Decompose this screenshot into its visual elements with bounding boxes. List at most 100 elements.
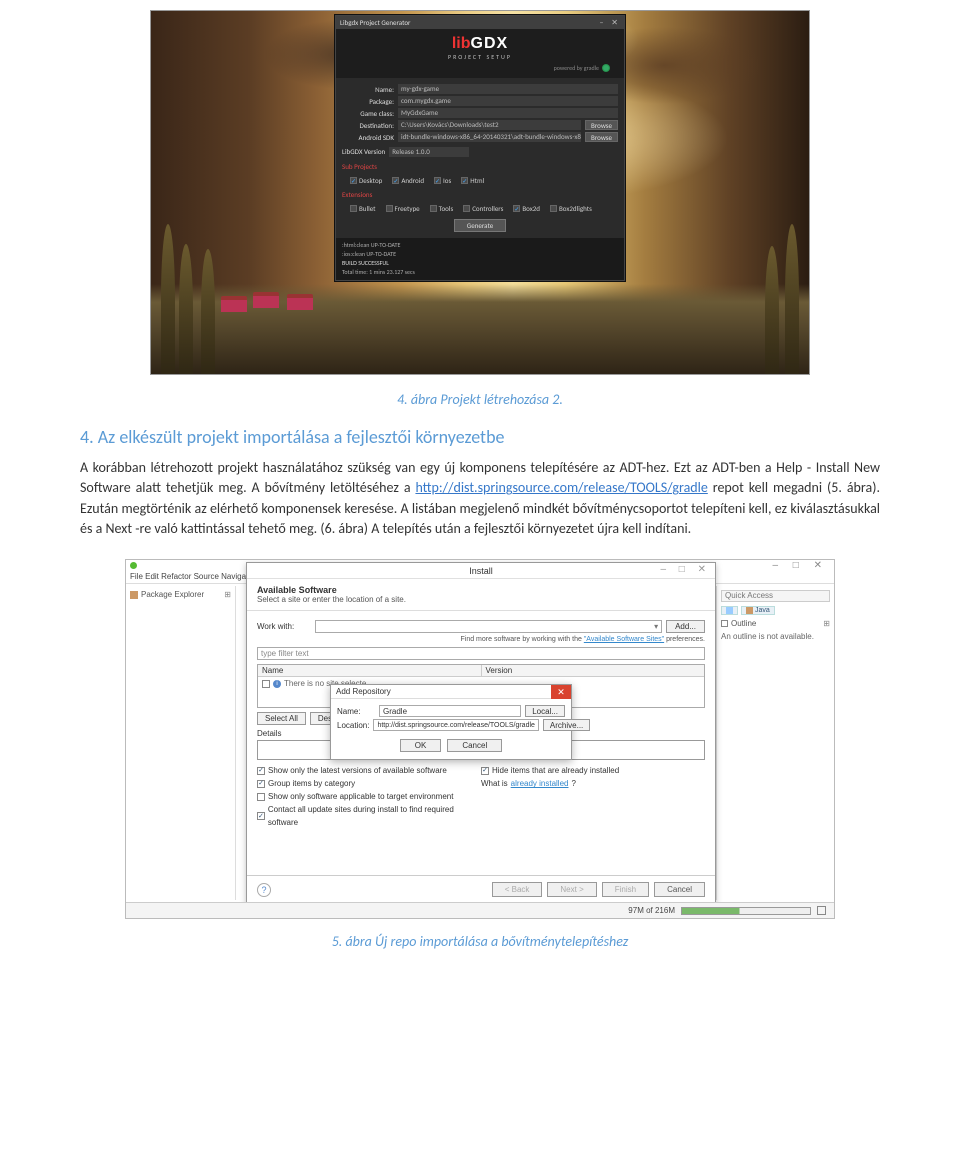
browse-sdk-button[interactable]: Browse [585, 132, 618, 142]
android-sdk-input[interactable]: idt-bundle-windows-x86_64-20140321\adt-b… [398, 132, 581, 142]
row-checkbox[interactable] [262, 680, 270, 688]
work-with-label: Work with: [257, 622, 311, 631]
install-title: Install [469, 566, 493, 576]
work-with-select[interactable] [315, 620, 662, 633]
checkbox-label: Desktop [359, 176, 382, 185]
add-site-button[interactable]: Add... [666, 620, 705, 633]
opt4-checkbox[interactable]: ✓ [257, 812, 265, 820]
col-version[interactable]: Version [482, 665, 705, 676]
perspective-java-button[interactable]: Java [741, 606, 775, 615]
cancel-button[interactable]: Cancel [654, 882, 705, 897]
checkbox-desktop[interactable]: ✓Desktop [350, 176, 382, 185]
pane-view-icon[interactable]: ⊞ [823, 619, 830, 628]
memory-status: 97M of 216M [628, 906, 675, 915]
package-explorer-pane: Package Explorer⊞ [126, 586, 236, 900]
outline-icon [721, 620, 728, 627]
addrepo-cancel-button[interactable]: Cancel [447, 739, 502, 752]
libgdx-version-select[interactable]: Release 1.0.0 [389, 147, 469, 157]
checkbox-freetype[interactable]: Freetype [386, 204, 420, 213]
gradle-repo-link[interactable]: http://dist.springsource.com/release/TOO… [415, 479, 707, 496]
col-name[interactable]: Name [258, 665, 482, 676]
perspective-icon [726, 607, 733, 614]
checkbox-label: Android [401, 176, 424, 185]
subprojects-checks: ✓Desktop ✓Android ✓Ios ✓Html [342, 174, 618, 187]
window-controls[interactable]: – □ ✕ [766, 560, 834, 571]
finish-button[interactable]: Finish [602, 882, 649, 897]
checkbox-android[interactable]: ✓Android [392, 176, 424, 185]
pane-view-icon[interactable]: ⊞ [224, 590, 231, 599]
log-line: :html:clean UP-TO-DATE [342, 241, 618, 250]
log-line: BUILD SUCCESSFUL [342, 259, 618, 268]
figure-2-eclipse-install: File Edit Refactor Source Navigate – □ ✕… [125, 559, 835, 919]
window-titlebar[interactable]: Libgdx Project Generator – ✕ [336, 16, 624, 29]
already-installed-link[interactable]: already installed [511, 777, 569, 790]
perspective-button[interactable] [721, 606, 738, 615]
checkbox-label: Box2d [522, 204, 540, 213]
install-subhead: Select a site or enter the location of a… [257, 595, 705, 604]
addrepo-location-input[interactable]: http://dist.springsource.com/release/TOO… [373, 719, 538, 731]
checkbox-controllers[interactable]: Controllers [463, 204, 503, 213]
available-sites-link[interactable]: "Available Software Sites" [584, 636, 664, 643]
install-note: Find more software by working with the "… [257, 636, 705, 643]
decor-rooftops [221, 284, 321, 312]
gc-icon[interactable] [817, 906, 826, 915]
addrepo-local-button[interactable]: Local... [525, 705, 565, 717]
quick-access-input[interactable]: Quick Access [721, 590, 830, 602]
opt3-checkbox[interactable] [257, 793, 265, 801]
checkbox-label: Box2dlights [559, 204, 592, 213]
decor-vine [201, 249, 215, 374]
window-controls[interactable]: – □ ✕ [660, 564, 711, 575]
window-controls[interactable]: – ✕ [600, 17, 622, 30]
memory-bar [681, 907, 811, 915]
checkbox-html[interactable]: ✓Html [461, 176, 484, 185]
eclipse-menu-bar[interactable]: File Edit Refactor Source Navigate [130, 572, 253, 581]
figure-1-libgdx-setup: Libgdx Project Generator – ✕ libGDX PROJ… [150, 10, 810, 375]
next-button[interactable]: Next > [547, 882, 596, 897]
eclipse-status-bar: 97M of 216M [126, 902, 834, 918]
checkbox-box2d[interactable]: ✓Box2d [513, 204, 540, 213]
powered-by-label: powered by gradle [554, 64, 599, 72]
android-sdk-label: Android SDK [342, 133, 394, 142]
addrepo-name-label: Name: [337, 707, 375, 716]
checkbox-tools[interactable]: Tools [430, 204, 454, 213]
help-icon[interactable]: ? [257, 883, 271, 897]
generate-button[interactable]: Generate [454, 219, 506, 232]
back-button[interactable]: < Back [492, 882, 543, 897]
close-icon[interactable]: ✕ [551, 685, 571, 699]
addrepo-titlebar[interactable]: Add Repository ✕ [331, 685, 571, 699]
figure-2-caption: 5. ábra Új repo importálása a bővítményt… [80, 933, 880, 950]
checkbox-ios[interactable]: ✓Ios [434, 176, 451, 185]
addrepo-name-input[interactable]: Gradle [379, 705, 521, 717]
decor-vine [179, 244, 193, 374]
package-input[interactable]: com.mygdx.game [398, 96, 618, 106]
addrepo-archive-button[interactable]: Archive... [543, 719, 590, 731]
java-icon [746, 607, 753, 614]
opt1-label: Show only the latest versions of availab… [268, 764, 447, 777]
browse-destination-button[interactable]: Browse [585, 120, 618, 130]
install-titlebar[interactable]: Install – □ ✕ [247, 563, 715, 579]
addrepo-ok-button[interactable]: OK [400, 739, 442, 752]
subprojects-heading: Sub Projects [342, 162, 618, 171]
checkbox-bullet[interactable]: Bullet [350, 204, 376, 213]
package-explorer-icon [130, 591, 138, 599]
decor-vine [161, 224, 175, 374]
checkbox-box2dlights[interactable]: Box2dlights [550, 204, 592, 213]
name-input[interactable]: my-gdx-game [398, 84, 618, 94]
package-label: Package: [342, 97, 394, 106]
opt2-checkbox[interactable]: ✓ [257, 780, 265, 788]
opt1-checkbox[interactable]: ✓ [257, 767, 265, 775]
select-all-button[interactable]: Select All [257, 712, 306, 725]
destination-input[interactable]: C:\Users\Kovács\Downloads\test2 [398, 120, 581, 130]
checkbox-label: Html [470, 176, 484, 185]
filter-input[interactable]: type filter text [257, 647, 705, 660]
eclipse-right-pane: Quick Access Java Outline⊞ An outline is… [716, 586, 834, 900]
gameclass-input[interactable]: MyGdxGame [398, 108, 618, 118]
extensions-heading: Extensions [342, 190, 618, 199]
libgdx-logo-area: libGDX PROJECT SETUP powered by gradle [336, 29, 624, 78]
install-head: Available Software [257, 585, 705, 595]
opt3-label: Show only software applicable to target … [268, 790, 453, 803]
opt-hide-checkbox[interactable]: ✓ [481, 767, 489, 775]
section-heading: 4. Az elkészült projekt importálása a fe… [80, 426, 880, 448]
eclipse-icon [130, 562, 137, 569]
decor-vine [765, 246, 779, 374]
